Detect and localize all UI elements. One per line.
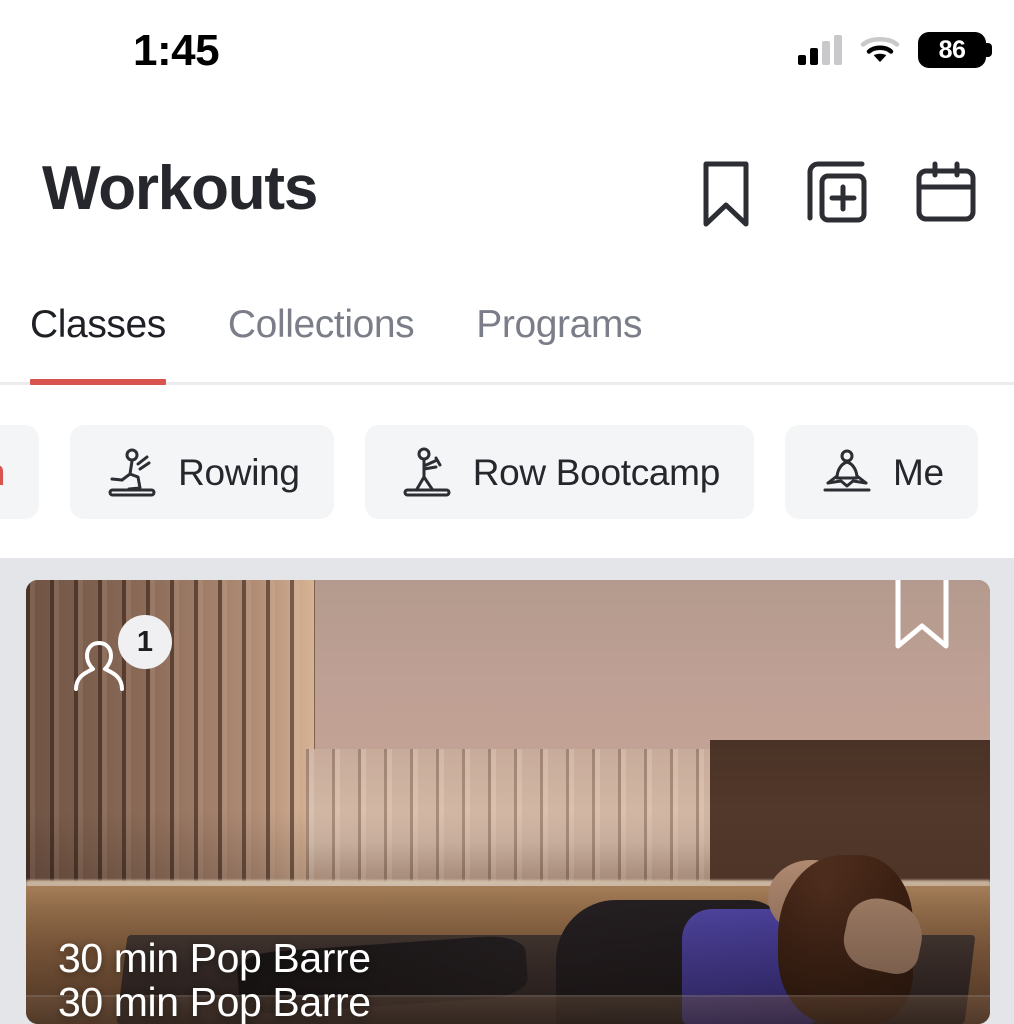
- friends-taking-class-badge[interactable]: 1: [66, 615, 176, 705]
- chip-label: ength: [0, 454, 5, 491]
- status-bar: 1:45 86: [0, 0, 1014, 100]
- friends-count-badge: 1: [118, 615, 172, 669]
- workouts-screen: 1:45 86 Workouts Classes Collections Pro…: [0, 0, 1014, 1024]
- page-header: Workouts: [0, 100, 1014, 290]
- bookmark-icon[interactable]: [694, 158, 758, 230]
- chip-label: Rowing: [178, 451, 300, 493]
- battery-nub: [986, 43, 992, 57]
- chip-strength[interactable]: ength: [0, 425, 40, 519]
- battery-level-label: 86: [938, 35, 966, 64]
- status-bar-time: 1:45: [133, 26, 220, 75]
- chip-row-bootcamp[interactable]: Row Bootcamp: [364, 425, 754, 519]
- chip-label: Row Bootcamp: [472, 451, 721, 493]
- row-bootcamp-icon: [399, 444, 455, 500]
- bookmark-outline-icon[interactable]: [892, 580, 952, 656]
- wifi-icon: [860, 35, 900, 65]
- tab-collections[interactable]: Collections: [228, 302, 415, 349]
- battery-icon: 86: [918, 32, 992, 68]
- page-title: Workouts: [42, 154, 318, 223]
- header-actions: [694, 158, 978, 230]
- meditation-icon: [819, 444, 875, 500]
- cellular-signal-icon: [798, 35, 842, 65]
- status-bar-indicators: 86: [798, 28, 992, 72]
- chip-meditation[interactable]: Me: [784, 425, 978, 519]
- class-card[interactable]: 1 30 min Pop Barre 30 min Pop Barre: [26, 580, 990, 1024]
- class-list-area: 1 30 min Pop Barre 30 min Pop Barre: [0, 558, 1014, 1024]
- tab-bar: Classes Collections Programs: [0, 290, 1014, 385]
- tab-programs[interactable]: Programs: [476, 302, 642, 349]
- chip-label: Me: [892, 451, 944, 493]
- rowing-icon: [104, 444, 160, 500]
- tab-classes[interactable]: Classes: [30, 302, 166, 349]
- class-card-title-duplicate: 30 min Pop Barre: [58, 978, 371, 1024]
- class-card-title: 30 min Pop Barre: [58, 934, 371, 981]
- category-chips-rail: ength Rowing: [0, 425, 978, 519]
- chip-rowing[interactable]: Rowing: [70, 425, 334, 519]
- calendar-icon[interactable]: [914, 158, 978, 230]
- add-to-stack-icon[interactable]: [804, 158, 868, 230]
- category-filter-strip[interactable]: ength Rowing: [0, 385, 1014, 558]
